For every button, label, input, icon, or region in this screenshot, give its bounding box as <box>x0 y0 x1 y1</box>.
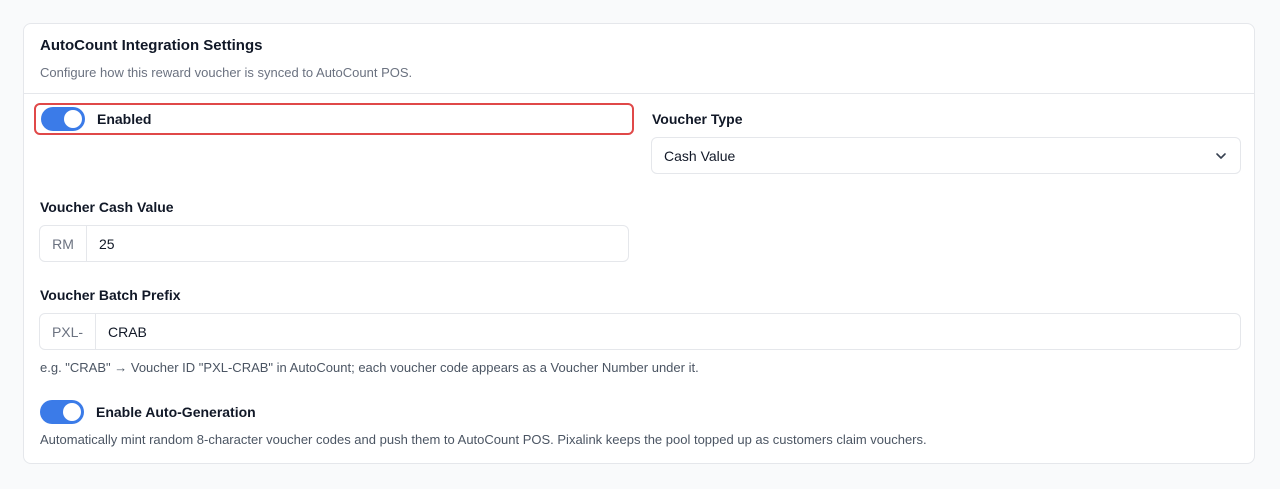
auto-generation-label: Enable Auto-Generation <box>96 404 256 420</box>
batch-prefix-input-group: PXL- <box>39 313 1241 350</box>
card-header: AutoCount Integration Settings Configure… <box>24 24 1254 94</box>
chevron-down-icon <box>1216 153 1226 159</box>
cash-value-input[interactable] <box>87 226 628 261</box>
card-title: AutoCount Integration Settings <box>40 37 263 54</box>
auto-generation-help: Automatically mint random 8-character vo… <box>40 432 927 447</box>
toggle-knob <box>63 403 81 421</box>
voucher-type-select[interactable]: Cash Value <box>651 137 1241 174</box>
card-subtitle: Configure how this reward voucher is syn… <box>40 65 413 80</box>
batch-prefix-help: e.g. "CRAB" → Voucher ID "PXL-CRAB" in A… <box>40 360 699 375</box>
currency-prefix: RM <box>40 226 87 261</box>
toggle-knob <box>64 110 82 128</box>
batch-id-prefix: PXL- <box>40 314 96 349</box>
batch-prefix-input[interactable] <box>96 314 1240 349</box>
batch-prefix-label: Voucher Batch Prefix <box>40 287 181 303</box>
auto-generation-toggle[interactable] <box>40 400 84 424</box>
enabled-toggle-label: Enabled <box>97 111 152 127</box>
enabled-toggle-row: Enabled <box>34 103 634 135</box>
autocount-settings-card: AutoCount Integration Settings Configure… <box>23 23 1255 464</box>
enabled-toggle[interactable] <box>41 107 85 131</box>
voucher-type-label: Voucher Type <box>652 111 743 127</box>
cash-value-label: Voucher Cash Value <box>40 199 174 215</box>
cash-value-input-group: RM <box>39 225 629 262</box>
voucher-type-value: Cash Value <box>664 148 736 164</box>
